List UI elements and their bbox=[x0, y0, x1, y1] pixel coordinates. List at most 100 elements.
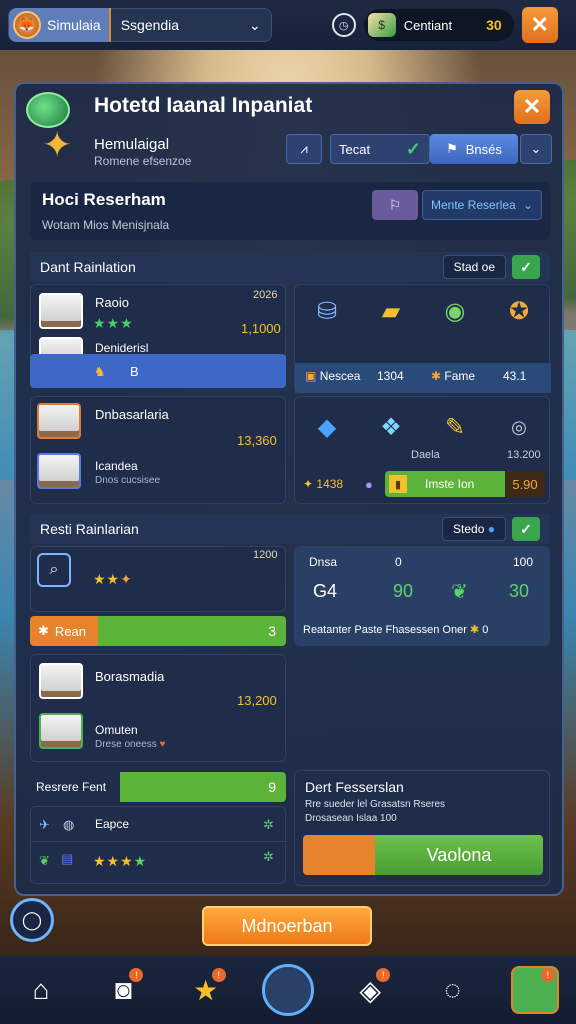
compass-icon[interactable]: ◈! bbox=[344, 964, 396, 1016]
stats-col2: 100 bbox=[513, 555, 534, 569]
exchange-icon[interactable]: ◌ bbox=[427, 964, 479, 1016]
bonus-button[interactable]: ⚑ Bnsés bbox=[430, 134, 518, 164]
divider bbox=[31, 841, 287, 842]
heart-icon: ♥ bbox=[159, 739, 166, 750]
gem-icon[interactable]: ❖ bbox=[375, 411, 407, 443]
reservation-card: Hoci Reserham Wotam Mios Menisjnala ⚐ Me… bbox=[30, 182, 550, 240]
globe-icon[interactable]: ◉ bbox=[439, 295, 471, 327]
selected-room-row[interactable]: ♞ B bbox=[30, 354, 286, 388]
progress-value: 9 bbox=[120, 772, 286, 802]
amenity-row-mid: ✱ Fame bbox=[431, 369, 476, 383]
sofa-icon[interactable]: ▰ bbox=[375, 295, 407, 327]
progress-bar: ✱ Rean 3 bbox=[30, 616, 286, 646]
search-card[interactable]: ⌕ ★★✦ 1200 bbox=[30, 546, 286, 612]
bolt-icon: ✱ bbox=[38, 623, 49, 638]
stats-value2: 90 bbox=[393, 581, 414, 601]
star-icon: ✦ bbox=[303, 477, 314, 491]
cog-icon: ✲ bbox=[263, 817, 274, 832]
amenity-bar-fill: ▮ Imste Ion bbox=[385, 471, 505, 497]
amenity-value: 13.200 bbox=[507, 449, 541, 461]
pencil-icon[interactable]: ✎ bbox=[439, 411, 471, 443]
room-bed-icon bbox=[37, 403, 81, 439]
gift-icon: ▤ bbox=[61, 851, 74, 866]
reservation-select[interactable]: Mente Reserlea ⌄ bbox=[422, 190, 542, 220]
panel-subtitle: Hemulaigal bbox=[94, 136, 170, 153]
trophy-icon: ♞ bbox=[94, 364, 106, 379]
flag-icon: ⚑ bbox=[446, 141, 458, 156]
star-icon[interactable]: ★! bbox=[180, 964, 232, 1016]
room-card-2[interactable]: Dnbasarlaria 13,360 Icandea Dnos cucsise… bbox=[30, 396, 286, 504]
stats-label: Dnsa bbox=[309, 555, 338, 569]
progress-label: ✱ Rean bbox=[30, 616, 98, 646]
section-rooms: Dant Rainlation Stad oe ✓ bbox=[30, 252, 550, 282]
notification-badge: ! bbox=[211, 968, 226, 982]
graph-icon[interactable]: ⩘ bbox=[286, 134, 322, 164]
main-action-button[interactable]: Mdnoerban bbox=[202, 906, 372, 946]
amenities-card-2: ◆ ❖ ✎ ◎ Daela 13.200 ✦ 1438 ● ▮ Imste Io… bbox=[294, 396, 550, 504]
selector-chip[interactable]: 🦊 Simulaia bbox=[9, 8, 111, 42]
toggle-label: Stad oe bbox=[442, 255, 506, 279]
selector-value-text: Ssgendia bbox=[120, 17, 180, 33]
amenity-row-value2: 43.1 bbox=[503, 369, 527, 383]
close-panel-icon[interactable]: ✕ bbox=[514, 90, 550, 124]
action-button[interactable]: Vaolona bbox=[375, 835, 543, 875]
compass-icon[interactable]: ✪ bbox=[503, 295, 535, 327]
reservation-subtitle: Wotam Mios Menisjnala bbox=[42, 218, 170, 232]
section-toggle[interactable]: Stedo ● ✓ bbox=[442, 517, 540, 541]
section-toggle[interactable]: Stad oe ✓ bbox=[442, 255, 540, 279]
diamond-icon[interactable]: ◆ bbox=[311, 411, 343, 443]
box-icon: ▣ bbox=[305, 369, 317, 383]
room-bed-icon bbox=[39, 713, 83, 749]
chevron-down-icon: ⌄ bbox=[522, 198, 533, 212]
check-icon: ✓ bbox=[405, 138, 421, 159]
currency-display[interactable]: $ Centiant 30 bbox=[363, 9, 514, 41]
amenity-label: Daela bbox=[411, 449, 440, 461]
flag-icon[interactable]: ⚐ bbox=[372, 190, 418, 220]
chevron-down-icon[interactable]: ⌄ bbox=[520, 134, 552, 164]
amenities-card-1: ⛁ ▰ ◉ ✪ ▣ Nescea 1304 ✱ Fame 43.1 bbox=[294, 284, 551, 393]
chevron-down-icon: ⌄ bbox=[248, 16, 261, 33]
close-icon[interactable]: ✕ bbox=[521, 7, 558, 43]
section-header: Dant Rainlation Stad oe ✓ bbox=[30, 252, 550, 282]
settings-icon[interactable]: ◎ bbox=[503, 411, 535, 443]
section-restaurant: Resti Rainlarian Stedo ● ✓ bbox=[30, 514, 550, 544]
trash-icon[interactable]: ⛁ bbox=[311, 295, 343, 327]
location-selector[interactable]: 🦊 Simulaia Ssgendia ⌄ bbox=[8, 8, 272, 42]
tab-select[interactable]: Tecat ✓ bbox=[330, 134, 430, 164]
center-gear-icon[interactable] bbox=[261, 964, 314, 1016]
check-icon[interactable]: ✓ bbox=[512, 255, 540, 279]
refresh-icon[interactable]: ◯ bbox=[10, 898, 54, 942]
currency-amount: 30 bbox=[486, 17, 502, 33]
magnifier-icon: ⌕ bbox=[37, 553, 71, 587]
stats-value3: 30 bbox=[509, 581, 530, 601]
room-price: 1,1000 bbox=[241, 321, 281, 336]
play-icon[interactable]: ! bbox=[509, 964, 561, 1016]
amenity-progress-bar: ▮ Imste Ion 5.90 bbox=[385, 471, 545, 497]
room-card-3[interactable]: Borasmadia 13,200 Omuten Drese oneess ♥ bbox=[30, 654, 286, 762]
clock-icon[interactable]: ◷ bbox=[331, 13, 356, 37]
extras-card[interactable]: ✈ ◍ Eapce ✲ ❦ ▤ ★★★★ ✲ bbox=[30, 806, 287, 884]
stats-value1: G4 bbox=[313, 581, 338, 601]
room-name: Dnbasarlaria bbox=[95, 407, 169, 422]
notification-badge: ! bbox=[129, 968, 144, 982]
info-card: Dert Fesserslan Rre sueder lel Grasatsn … bbox=[294, 770, 550, 886]
avatar: 🦊 bbox=[13, 11, 41, 39]
cash-icon: $ bbox=[367, 13, 396, 37]
room-stars: ★★★ bbox=[93, 315, 134, 331]
search-value: 1200 bbox=[253, 549, 278, 561]
home-icon[interactable]: ⌂ bbox=[15, 964, 67, 1016]
selector-value[interactable]: Ssgendia ⌄ bbox=[111, 17, 271, 34]
panel-title: Hotetd Iaanal Inpaniat bbox=[94, 94, 313, 117]
room-bed-icon bbox=[37, 453, 81, 489]
check-icon[interactable]: ✓ bbox=[512, 517, 540, 541]
panel-header: ✦ Hotetd Iaanal Inpaniat ✕ Hemulaigal Ro… bbox=[16, 84, 562, 184]
bottom-nav: ⌂ ◙! ★! ◈! ◌ ! bbox=[0, 956, 576, 1024]
camera-icon[interactable]: ◙! bbox=[97, 964, 149, 1016]
stats-col1: 0 bbox=[395, 555, 402, 569]
amenity-bar-label: Imste Ion bbox=[425, 477, 475, 491]
bonus-label: Bnsés bbox=[465, 141, 502, 157]
room-code: 2026 bbox=[253, 289, 278, 301]
stats-note: Reatanter Paste Fhasessen Oner ✱ 0 bbox=[303, 624, 489, 636]
gear-icon: ✱ bbox=[431, 369, 442, 383]
notification-badge: ! bbox=[376, 968, 391, 982]
